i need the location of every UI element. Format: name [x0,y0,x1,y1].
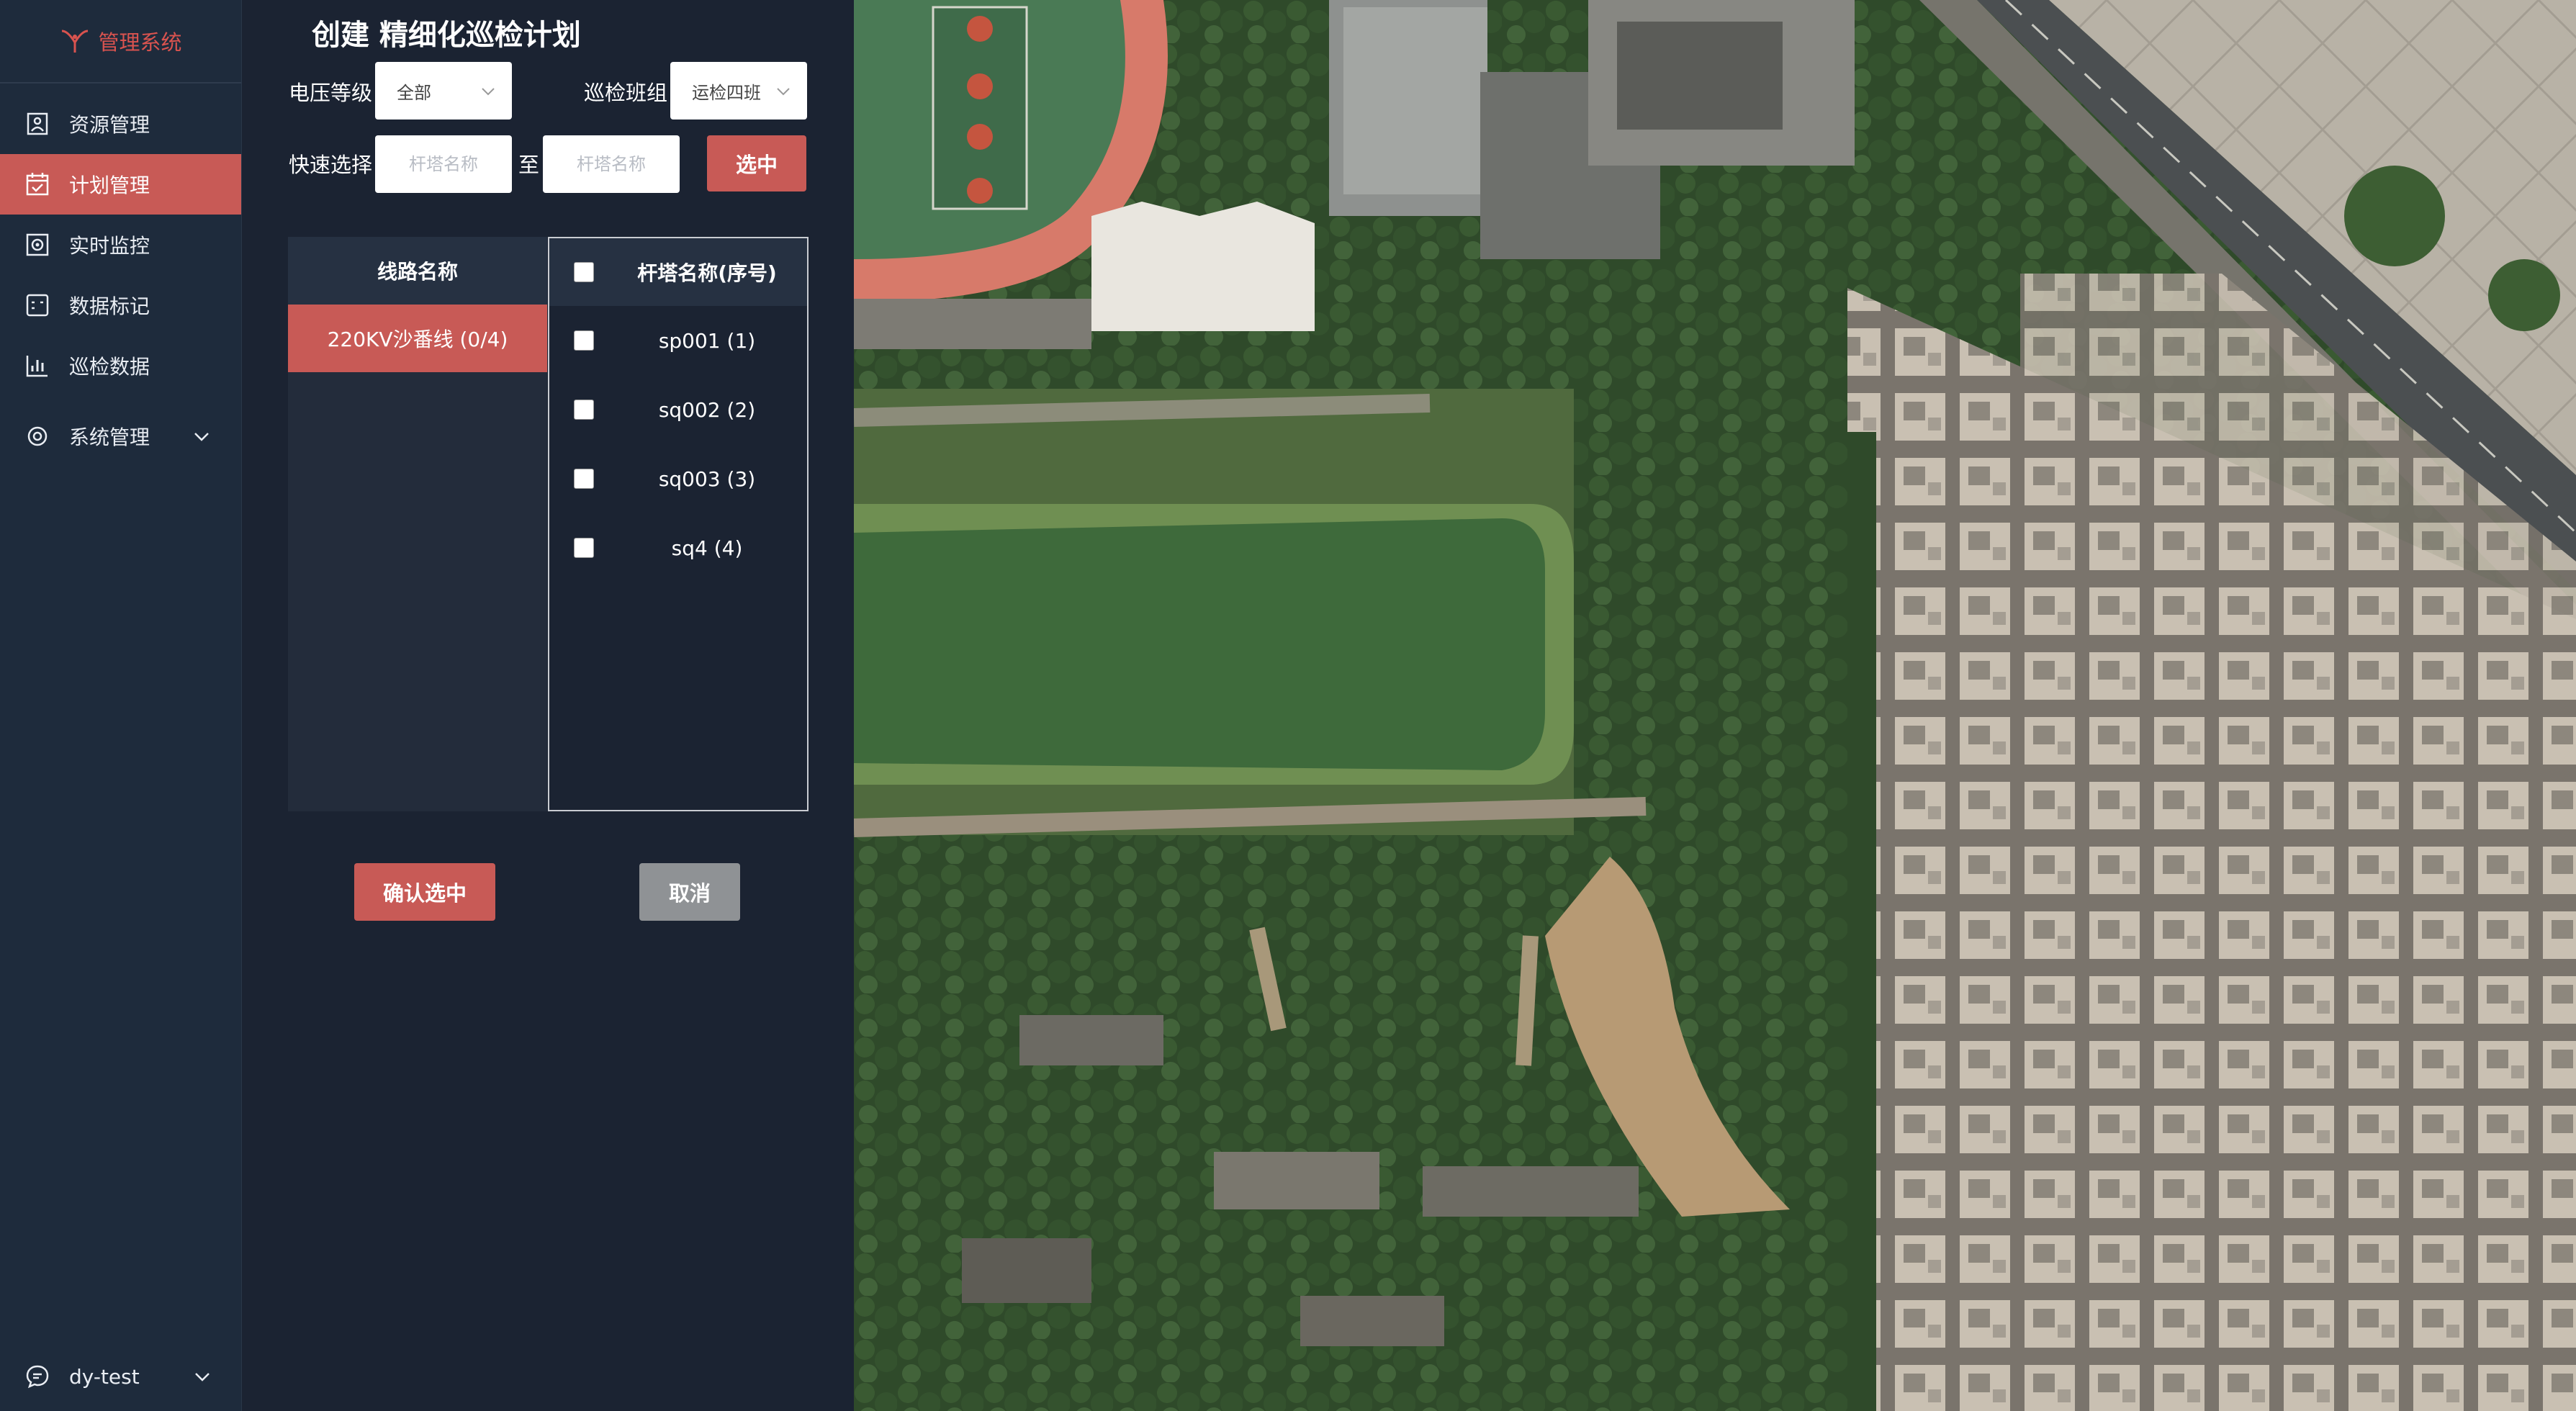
team-select-value: 运检四班 [692,82,761,103]
voltage-select-value: 全部 [397,82,431,103]
page-title: 创建 精细化巡检计划 [312,19,581,52]
towers-table: 杆塔名称(序号) sp001 (1) sq002 (2) sq003 (3) s… [548,237,809,811]
user-menu[interactable]: dy-test [0,1342,242,1411]
lines-table: 线路名称 220KV沙番线 (0/4) [288,237,547,811]
app-title: 管理系统 [98,30,182,55]
bar-chart-icon [26,356,48,377]
confirm-selection-button[interactable]: 确认选中 [354,863,495,921]
sidebar-item-resource[interactable]: 资源管理 [0,94,241,154]
sidebar-item-monitor[interactable]: 实时监控 [0,215,241,275]
sidebar-item-label: 系统管理 [69,425,150,449]
quick-select-label: 快速选择 [289,153,373,177]
voltage-select[interactable]: 全部 [375,62,512,120]
row-checkbox[interactable] [574,469,594,489]
row-checkbox[interactable] [574,538,594,558]
app-logo[interactable]: 管理系统 [0,0,241,84]
map-imagery [854,0,2576,1411]
row-checkbox[interactable] [574,330,594,351]
towers-header-label: 杆塔名称(序号) [637,261,777,285]
data-mark-icon [26,294,49,317]
chevron-down-icon [482,88,495,96]
sidebar-item-label: 实时监控 [69,234,150,258]
tower-name: sq002 (2) [658,397,756,422]
sidebar-item-plan[interactable]: 计划管理 [0,154,241,215]
sidebar-menu: 资源管理 计划管理 实时监控 数据标记 巡检数据 系统管理 [0,94,241,466]
sidebar-item-label: 资源管理 [69,113,150,137]
monitor-icon [26,233,49,256]
resource-icon [27,112,48,135]
cancel-button[interactable]: 取消 [639,863,740,921]
select-range-button[interactable]: 选中 [707,135,806,191]
user-name: dy-test [69,1364,140,1389]
chevron-down-icon [194,433,209,441]
chevron-down-icon [777,88,790,96]
team-select[interactable]: 运检四班 [670,62,807,120]
sidebar: 管理系统 资源管理 计划管理 实时监控 数据标记 巡检数据 系统管理 dy-te… [0,0,242,1411]
calendar-icon [26,173,49,196]
chat-icon [26,1365,49,1389]
sidebar-item-inspection-data[interactable]: 巡检数据 [0,335,241,396]
tower-from-input[interactable] [375,135,512,193]
tower-name: sq003 (3) [658,466,756,491]
satellite-map[interactable] [854,0,2576,1411]
sidebar-item-label: 数据标记 [69,294,150,318]
sidebar-item-system[interactable]: 系统管理 [0,406,241,466]
tower-name: sp001 (1) [658,328,756,353]
table-row[interactable]: sq002 (2) [549,375,807,444]
sidebar-item-label: 巡检数据 [69,355,150,379]
tower-name: sq4 (4) [671,536,743,560]
table-row[interactable]: sq003 (3) [549,444,807,513]
logo-icon [62,30,89,53]
table-row[interactable]: 220KV沙番线 (0/4) [288,305,547,372]
lines-table-header: 线路名称 [288,237,547,305]
table-row[interactable]: sp001 (1) [549,306,807,375]
tower-to-input[interactable] [543,135,680,193]
range-to-label: 至 [518,153,540,177]
row-checkbox[interactable] [574,400,594,420]
team-label: 巡检班组 [584,81,668,105]
chevron-down-icon [195,1373,210,1381]
plan-form-panel: 创建 精细化巡检计划 电压等级 全部 巡检班组 运检四班 快速选择 至 选中 线… [243,0,854,1411]
select-all-checkbox[interactable] [574,262,594,282]
sidebar-item-data-mark[interactable]: 数据标记 [0,275,241,335]
towers-table-header: 杆塔名称(序号) [549,238,807,306]
table-row[interactable]: sq4 (4) [549,513,807,582]
sidebar-item-label: 计划管理 [69,173,150,197]
voltage-label: 电压等级 [289,81,373,105]
gear-icon [27,426,48,446]
